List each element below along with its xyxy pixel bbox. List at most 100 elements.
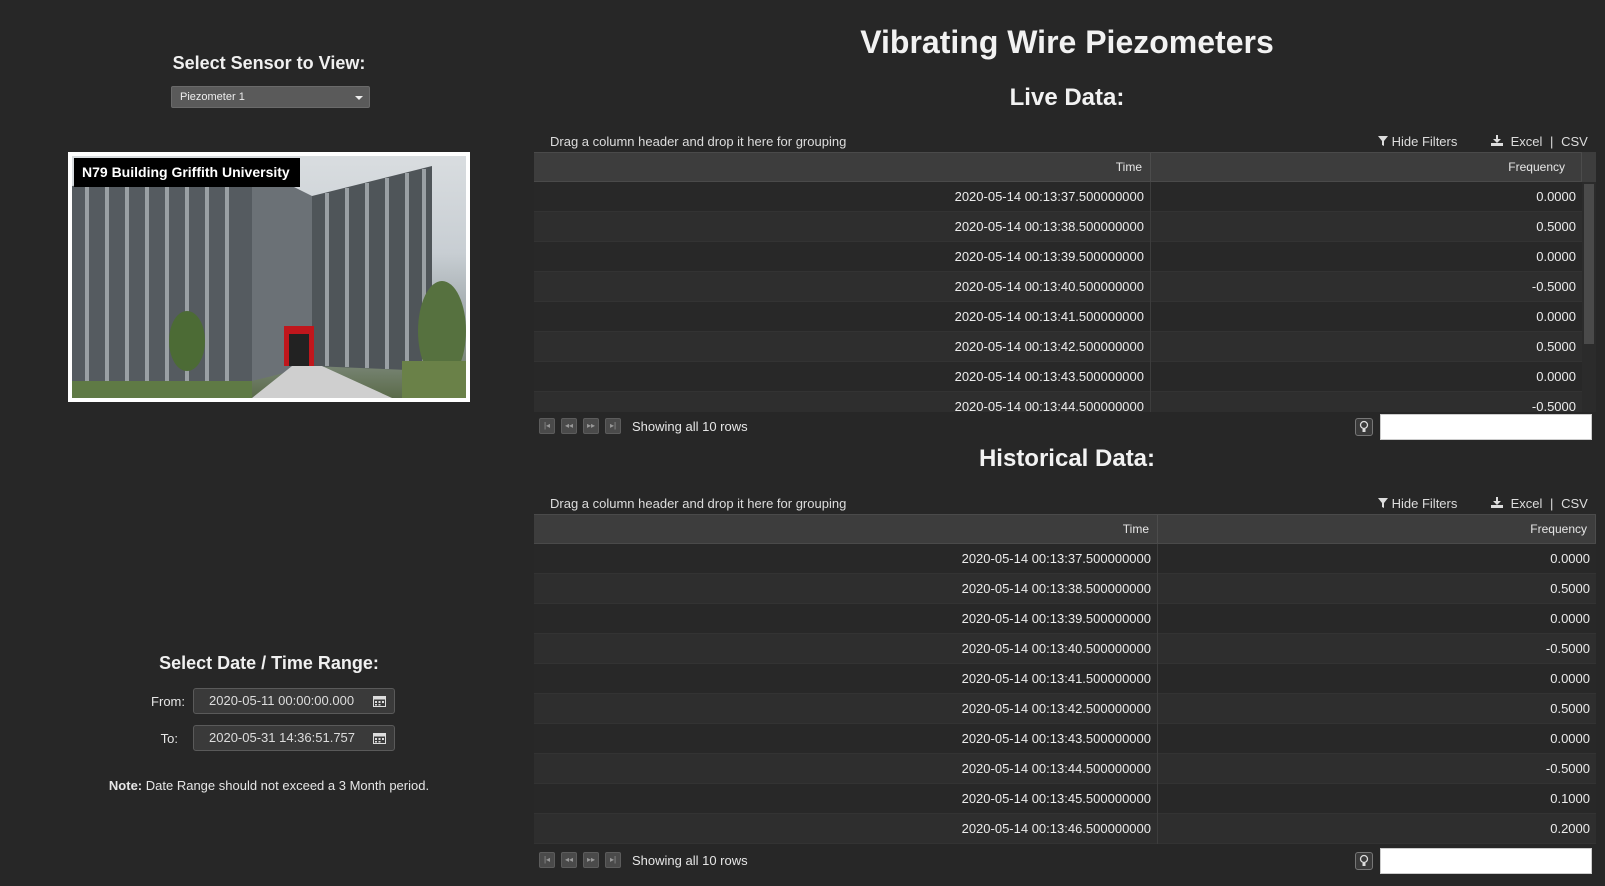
date-range-heading: Select Date / Time Range:: [159, 653, 379, 673]
sensor-select-heading: Select Sensor to View:: [172, 53, 366, 73]
last-page-button[interactable]: ▸|: [605, 418, 621, 434]
chevron-down-icon: [355, 96, 363, 100]
table-row[interactable]: 2020-05-14 00:13:38.500000000 0.5000: [534, 212, 1582, 242]
excel-export-button[interactable]: Excel: [1511, 496, 1543, 511]
column-header-time[interactable]: Time: [534, 515, 1158, 543]
to-label: To:: [160, 731, 178, 746]
table-row[interactable]: 2020-05-14 00:13:43.500000000 0.0000: [534, 362, 1582, 392]
cell-time: 2020-05-14 00:13:37.500000000: [534, 182, 1151, 212]
csv-export-button[interactable]: CSV: [1561, 496, 1588, 511]
cell-time: 2020-05-14 00:13:43.500000000: [534, 362, 1151, 392]
column-header-time[interactable]: Time: [534, 153, 1151, 181]
table-row[interactable]: 2020-05-14 00:13:44.500000000 -0.5000: [534, 754, 1596, 784]
first-page-button[interactable]: |◂: [539, 852, 555, 868]
prev-page-button[interactable]: ◂◂: [561, 852, 577, 868]
cell-time: 2020-05-14 00:13:40.500000000: [534, 272, 1151, 302]
sensor-select-value: Piezometer 1: [180, 91, 245, 103]
first-page-button[interactable]: |◂: [539, 418, 555, 434]
cell-frequency: 0.5000: [1536, 339, 1576, 354]
cell-frequency: 0.5000: [1550, 701, 1590, 716]
calendar-icon[interactable]: [373, 732, 386, 744]
cell-frequency: 0.0000: [1536, 309, 1576, 324]
table-row[interactable]: 2020-05-14 00:13:40.500000000 -0.5000: [534, 272, 1582, 302]
quick-search-input[interactable]: [1380, 848, 1592, 874]
download-icon: [1491, 497, 1503, 508]
note-text: Date Range should not exceed a 3 Month p…: [145, 778, 430, 793]
cell-time: 2020-05-14 00:13:44.500000000: [534, 392, 1151, 412]
group-drop-zone[interactable]: Drag a column header and drop it here fo…: [550, 496, 846, 511]
cell-frequency: 0.0000: [1550, 731, 1590, 746]
from-row: From:: [0, 688, 190, 714]
to-row: To:: [0, 725, 190, 751]
hide-filters-label: Hide Filters: [1391, 496, 1458, 511]
cell-frequency: 0.5000: [1536, 219, 1576, 234]
hide-filters-label: Hide Filters: [1391, 134, 1458, 149]
scrollbar-header-spacer: [1582, 152, 1596, 182]
cell-time: 2020-05-14 00:13:46.500000000: [534, 814, 1158, 844]
table-row[interactable]: 2020-05-14 00:13:44.500000000 -0.5000: [534, 392, 1582, 412]
prev-page-button[interactable]: ◂◂: [561, 418, 577, 434]
cell-frequency: -0.5000: [1545, 641, 1590, 656]
export-separator: |: [1550, 496, 1554, 511]
historical-grid-toolbar: Drag a column header and drop it here fo…: [534, 489, 1600, 517]
column-header-frequency[interactable]: Frequency: [1151, 153, 1582, 181]
sensor-select[interactable]: Piezometer 1: [171, 86, 370, 108]
table-row[interactable]: 2020-05-14 00:13:41.500000000 0.0000: [534, 302, 1582, 332]
table-row[interactable]: 2020-05-14 00:13:41.500000000 0.0000: [534, 664, 1596, 694]
cell-frequency: -0.5000: [1531, 399, 1576, 412]
last-page-button[interactable]: ▸|: [605, 852, 621, 868]
lightbulb-icon[interactable]: [1355, 418, 1373, 436]
live-data-heading: Live Data:: [1009, 84, 1125, 111]
table-row[interactable]: 2020-05-14 00:13:42.500000000 0.5000: [534, 332, 1582, 362]
export-group: Excel | CSV: [1491, 496, 1588, 511]
table-row[interactable]: 2020-05-14 00:13:46.500000000 0.2000: [534, 814, 1596, 844]
cell-time: 2020-05-14 00:13:44.500000000: [534, 754, 1158, 784]
cell-frequency: 0.0000: [1550, 611, 1590, 626]
table-row[interactable]: 2020-05-14 00:13:43.500000000 0.0000: [534, 724, 1596, 754]
group-drop-zone[interactable]: Drag a column header and drop it here fo…: [550, 134, 846, 149]
page-title: Vibrating Wire Piezometers: [860, 24, 1274, 60]
quick-search-input[interactable]: [1380, 414, 1592, 440]
hide-filters-button[interactable]: Hide Filters: [1378, 496, 1457, 511]
live-grid-pager: |◂ ◂◂ ▸▸ ▸| Showing all 10 rows: [534, 414, 1600, 444]
cell-time: 2020-05-14 00:13:41.500000000: [534, 664, 1158, 694]
date-range-note: Note: Date Range should not exceed a 3 M…: [0, 778, 538, 793]
cell-time: 2020-05-14 00:13:37.500000000: [534, 544, 1158, 574]
to-date-field[interactable]: 2020-05-31 14:36:51.757: [193, 725, 395, 751]
live-grid-scrollbar[interactable]: [1582, 182, 1596, 412]
next-page-button[interactable]: ▸▸: [583, 852, 599, 868]
cell-frequency: 0.0000: [1536, 249, 1576, 264]
csv-export-button[interactable]: CSV: [1561, 134, 1588, 149]
from-date-value: 2020-05-11 00:00:00.000: [209, 693, 355, 708]
to-date-value: 2020-05-31 14:36:51.757: [209, 730, 356, 745]
table-row[interactable]: 2020-05-14 00:13:39.500000000 0.0000: [534, 604, 1596, 634]
cell-frequency: 0.0000: [1536, 189, 1576, 204]
scrollbar-thumb[interactable]: [1584, 184, 1594, 344]
from-label: From:: [151, 694, 185, 709]
cell-frequency: -0.5000: [1545, 761, 1590, 776]
column-header-frequency[interactable]: Frequency: [1158, 515, 1596, 543]
table-row[interactable]: 2020-05-14 00:13:37.500000000 0.0000: [534, 182, 1582, 212]
cell-frequency: 0.0000: [1550, 551, 1590, 566]
photo-caption: N79 Building Griffith University: [74, 158, 300, 187]
excel-export-button[interactable]: Excel: [1511, 134, 1543, 149]
table-row[interactable]: 2020-05-14 00:13:42.500000000 0.5000: [534, 694, 1596, 724]
from-date-field[interactable]: 2020-05-11 00:00:00.000: [193, 688, 395, 714]
table-row[interactable]: 2020-05-14 00:13:45.500000000 0.1000: [534, 784, 1596, 814]
table-row[interactable]: 2020-05-14 00:13:38.500000000 0.5000: [534, 574, 1596, 604]
table-row[interactable]: 2020-05-14 00:13:40.500000000 -0.5000: [534, 634, 1596, 664]
historical-grid-pager: |◂ ◂◂ ▸▸ ▸| Showing all 10 rows: [534, 848, 1600, 878]
lightbulb-icon[interactable]: [1355, 852, 1373, 870]
historical-grid-body: 2020-05-14 00:13:37.500000000 0.0000 2020-…: [534, 544, 1596, 844]
cell-time: 2020-05-14 00:13:39.500000000: [534, 242, 1151, 272]
next-page-button[interactable]: ▸▸: [583, 418, 599, 434]
filter-icon: [1378, 498, 1388, 508]
calendar-icon[interactable]: [373, 695, 386, 707]
cell-time: 2020-05-14 00:13:38.500000000: [534, 212, 1151, 242]
table-row[interactable]: 2020-05-14 00:13:39.500000000 0.0000: [534, 242, 1582, 272]
hide-filters-button[interactable]: Hide Filters: [1378, 134, 1457, 149]
cell-time: 2020-05-14 00:13:45.500000000: [534, 784, 1158, 814]
cell-time: 2020-05-14 00:13:38.500000000: [534, 574, 1158, 604]
filter-icon: [1378, 136, 1388, 146]
table-row[interactable]: 2020-05-14 00:13:37.500000000 0.0000: [534, 544, 1596, 574]
